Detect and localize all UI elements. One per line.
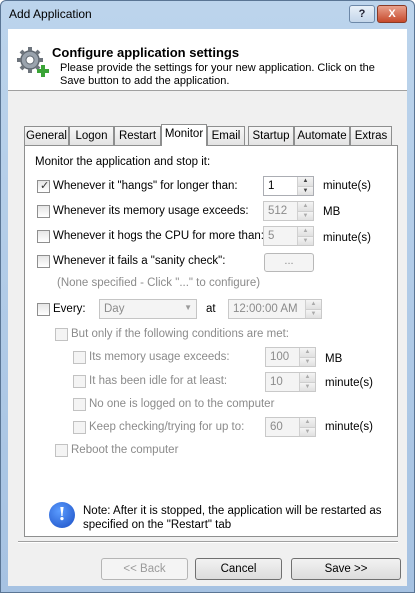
tab-email[interactable]: Email: [207, 126, 245, 145]
stepper-down-icon[interactable]: ▼: [300, 382, 315, 391]
stepper-up-icon[interactable]: ▲: [300, 373, 315, 382]
cond-memory-label: Its memory usage exceeds:: [89, 351, 230, 363]
header: Configure application settings Please pr…: [8, 29, 407, 91]
tab-logon[interactable]: Logon: [69, 126, 114, 145]
save-button[interactable]: Save >>: [291, 558, 401, 580]
info-icon: !: [49, 502, 75, 528]
window-title: Add Application: [9, 7, 92, 21]
dialog-client: Configure application settings Please pr…: [8, 29, 407, 586]
close-button[interactable]: X: [377, 5, 407, 23]
add-application-window: Add Application ? X Configure applicatio…: [0, 0, 415, 593]
header-title: Configure application settings: [52, 45, 240, 60]
help-button[interactable]: ?: [349, 5, 375, 23]
cond-memory-value: 100: [270, 351, 290, 363]
reboot-label: Reboot the computer: [71, 444, 179, 456]
title-bar[interactable]: Add Application ? X: [1, 1, 414, 29]
cpu-checkbox[interactable]: [37, 230, 50, 243]
cond-memory-stepper[interactable]: 100 ▲ ▼: [265, 347, 316, 367]
every-checkbox[interactable]: [37, 303, 50, 316]
stepper-down-icon[interactable]: ▼: [300, 357, 315, 366]
sanity-label: Whenever it fails a "sanity check":: [53, 255, 226, 267]
cond-idle-stepper[interactable]: 10 ▲ ▼: [265, 372, 316, 392]
stepper-up-icon[interactable]: ▲: [298, 227, 313, 236]
cond-memory-checkbox[interactable]: [73, 351, 86, 364]
tab-extras[interactable]: Extras: [350, 126, 392, 145]
cond-idle-value: 10: [270, 376, 283, 388]
hangs-unit: minute(s): [323, 180, 371, 192]
stepper-down-icon[interactable]: ▼: [300, 427, 315, 436]
footer-divider: [18, 541, 398, 543]
at-label: at: [206, 303, 216, 315]
conditions-checkbox[interactable]: [55, 328, 68, 341]
cond-nologon-label: No one is logged on to the computer: [89, 398, 275, 410]
chevron-down-icon: ▼: [184, 303, 192, 312]
gear-add-icon: [17, 47, 49, 77]
tab-monitor[interactable]: Monitor: [161, 124, 207, 146]
sanity-configure-button[interactable]: ...: [264, 253, 314, 272]
tab-general[interactable]: General: [24, 126, 69, 145]
monitor-section-label: Monitor the application and stop it:: [35, 156, 211, 168]
frequency-value: Day: [104, 303, 125, 315]
cond-keep-checkbox[interactable]: [73, 421, 86, 434]
stepper-down-icon[interactable]: ▼: [298, 236, 313, 245]
tab-startup[interactable]: Startup: [248, 126, 294, 145]
hangs-label: Whenever it "hangs" for longer than:: [53, 180, 238, 192]
cond-keep-value: 60: [270, 421, 283, 433]
conditions-label: But only if the following conditions are…: [71, 328, 289, 340]
tab-automate[interactable]: Automate: [294, 126, 350, 145]
stepper-up-icon[interactable]: ▲: [298, 177, 313, 186]
cond-keep-label: Keep checking/trying for up to:: [89, 421, 245, 433]
cpu-unit: minute(s): [323, 232, 371, 244]
frequency-dropdown[interactable]: Day ▼: [99, 299, 197, 319]
cpu-stepper[interactable]: 5 ▲ ▼: [263, 226, 314, 246]
stepper-up-icon[interactable]: ▲: [300, 348, 315, 357]
hangs-checkbox[interactable]: ✓: [37, 180, 50, 193]
sanity-hint: (None specified - Click "..." to configu…: [57, 277, 261, 289]
stepper-down-icon[interactable]: ▼: [298, 211, 313, 220]
cond-idle-unit: minute(s): [325, 377, 373, 389]
memory-stepper[interactable]: 512 ▲ ▼: [263, 201, 314, 221]
cpu-value: 5: [268, 230, 275, 242]
stepper-up-icon[interactable]: ▲: [306, 300, 321, 309]
sanity-checkbox[interactable]: [37, 255, 50, 268]
memory-checkbox[interactable]: [37, 205, 50, 218]
restart-note: Note: After it is stopped, the applicati…: [83, 505, 382, 531]
memory-label: Whenever its memory usage exceeds:: [53, 205, 249, 217]
stepper-down-icon[interactable]: ▼: [306, 309, 321, 318]
hangs-stepper[interactable]: 1 ▲ ▼: [263, 176, 314, 196]
cpu-label: Whenever it hogs the CPU for more than:: [53, 230, 264, 242]
cond-memory-unit: MB: [325, 353, 343, 365]
reboot-checkbox[interactable]: [55, 444, 68, 457]
time-value: 12:00:00 AM: [233, 303, 298, 315]
cond-keep-unit: minute(s): [325, 421, 373, 433]
stepper-down-icon[interactable]: ▼: [298, 186, 313, 195]
every-label: Every:: [53, 303, 86, 315]
cond-keep-stepper[interactable]: 60 ▲ ▼: [265, 417, 316, 437]
cond-idle-checkbox[interactable]: [73, 375, 86, 388]
back-button[interactable]: << Back: [101, 558, 188, 580]
cancel-button[interactable]: Cancel: [195, 558, 282, 580]
cond-idle-label: It has been idle for at least:: [89, 375, 228, 387]
tab-restart[interactable]: Restart: [114, 126, 161, 145]
header-description: Please provide the settings for your new…: [60, 62, 375, 87]
stepper-up-icon[interactable]: ▲: [298, 202, 313, 211]
stepper-up-icon[interactable]: ▲: [300, 418, 315, 427]
time-stepper[interactable]: 12:00:00 AM ▲ ▼: [228, 299, 322, 319]
memory-unit: MB: [323, 206, 341, 218]
memory-value: 512: [268, 205, 288, 217]
cond-nologon-checkbox[interactable]: [73, 398, 86, 411]
monitor-panel: Monitor the application and stop it: ✓ W…: [24, 145, 398, 537]
hangs-value: 1: [268, 180, 275, 192]
